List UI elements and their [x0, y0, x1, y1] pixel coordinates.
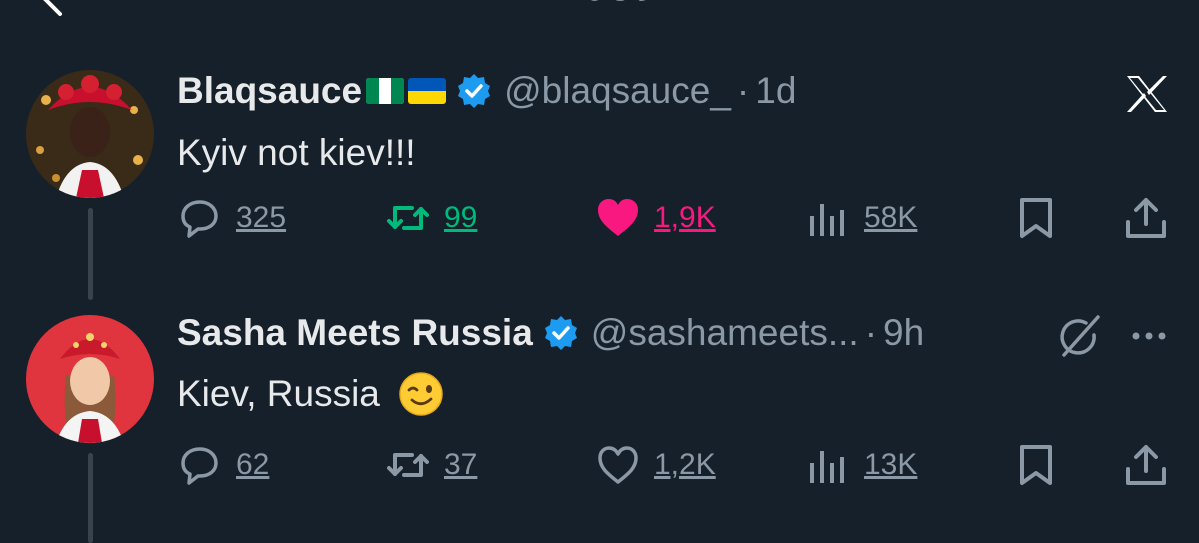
reply-button[interactable]: 62 — [178, 440, 269, 490]
heart-filled-icon — [598, 199, 638, 236]
action-bar: 325 99 1,9K 58K — [0, 193, 1199, 243]
reply-count: 62 — [236, 448, 270, 481]
retweet-count: 37 — [444, 448, 478, 481]
retweet-icon — [387, 453, 429, 477]
retweet-count: 99 — [444, 201, 478, 234]
x-logo-icon[interactable] — [1125, 74, 1169, 114]
action-bar: 62 37 1,2K 13K — [0, 440, 1199, 490]
reply-icon — [181, 200, 218, 238]
share-icon — [1126, 445, 1166, 485]
like-button[interactable]: 1,9K — [596, 193, 716, 243]
display-name[interactable]: Sasha Meets Russia — [177, 312, 533, 354]
bookmark-button[interactable] — [1014, 440, 1058, 490]
retweet-button[interactable]: 99 — [386, 193, 477, 243]
retweet-button[interactable]: 37 — [386, 440, 477, 490]
ukraine-flag-icon — [408, 78, 447, 104]
views-count: 13K — [864, 448, 918, 481]
separator-dot: · — [864, 312, 878, 353]
reply-count: 325 — [236, 201, 287, 234]
reply-icon — [181, 447, 218, 485]
bookmark-icon — [1020, 445, 1052, 485]
winking-face-emoji-icon — [399, 372, 443, 416]
bookmark-icon — [1020, 198, 1052, 238]
tweet-text: Kiev, Russia — [177, 371, 444, 417]
like-button[interactable]: 1,2K — [596, 440, 716, 490]
top-bar: Post — [0, 0, 1199, 16]
tweet-blaqsauce[interactable]: Blaqsauce @blaqsauce_ · 1d Kyiv not kiev… — [0, 60, 1199, 305]
handle[interactable]: @blaqsauce_ — [504, 70, 731, 112]
share-icon — [1126, 198, 1166, 238]
avatar[interactable] — [26, 315, 154, 443]
tweet-text: Kyiv not kiev!!! — [177, 132, 416, 174]
timestamp[interactable]: 1d — [755, 70, 796, 112]
tweet-sasha-meets-russia[interactable]: Sasha Meets Russia @sashameets... · 9h K… — [0, 305, 1199, 543]
verified-badge-icon[interactable] — [543, 315, 579, 351]
like-count: 1,9K — [654, 201, 716, 234]
tweet-text-content: Kyiv not kiev!!! — [177, 132, 416, 173]
tweet-header: Blaqsauce @blaqsauce_ · 1d — [177, 68, 796, 114]
views-chart-icon — [810, 204, 844, 236]
timestamp[interactable]: 9h — [883, 312, 924, 354]
verified-badge-icon[interactable] — [456, 73, 492, 109]
page-title: Post — [0, 0, 1199, 8]
views-button[interactable]: 13K — [806, 440, 917, 490]
reply-button[interactable]: 325 — [178, 193, 286, 243]
retweet-icon — [387, 206, 429, 230]
nigeria-flag-icon — [366, 78, 405, 104]
like-count: 1,2K — [654, 448, 716, 481]
heart-outline-icon — [598, 446, 638, 484]
bookmark-button[interactable] — [1014, 193, 1058, 243]
avatar[interactable] — [26, 70, 154, 198]
display-name[interactable]: Blaqsauce — [177, 70, 362, 112]
grok-icon[interactable] — [1056, 313, 1102, 359]
views-count: 58K — [864, 201, 918, 234]
handle[interactable]: @sashameets... — [591, 312, 859, 354]
views-chart-icon — [810, 451, 844, 483]
share-button[interactable] — [1124, 193, 1168, 243]
views-button[interactable]: 58K — [806, 193, 917, 243]
share-button[interactable] — [1124, 440, 1168, 490]
separator-dot: · — [736, 70, 750, 111]
more-options-icon[interactable] — [1128, 321, 1170, 351]
tweet-header: Sasha Meets Russia @sashameets... · 9h — [177, 310, 924, 356]
tweet-text-content: Kiev, Russia — [177, 373, 380, 414]
